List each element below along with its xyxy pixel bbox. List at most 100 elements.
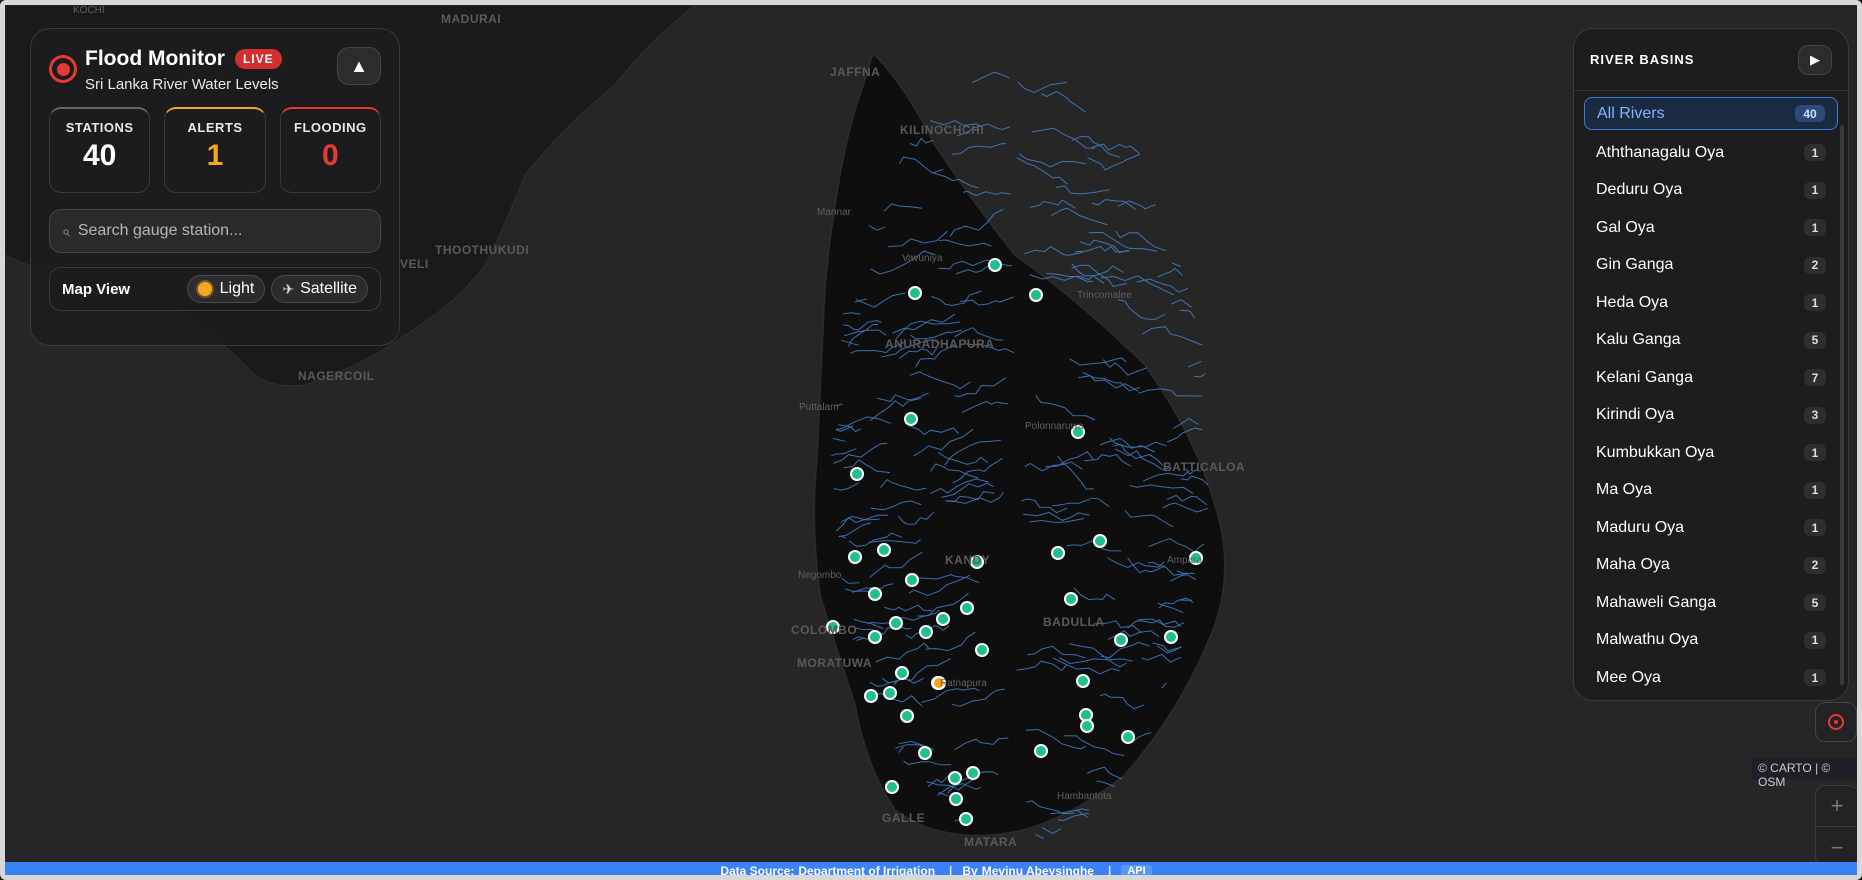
map-place-label: Ratnapura <box>940 678 987 689</box>
footer-separator: | <box>949 864 953 878</box>
river-item[interactable]: Mahaweli Ganga 5 <box>1584 584 1838 622</box>
gauge-station-marker[interactable] <box>1114 633 1128 647</box>
map-attribution[interactable]: © CARTO | © OSM <box>1752 758 1857 789</box>
river-item[interactable]: Aththanagalu Oya 1 <box>1584 134 1838 172</box>
search-box[interactable]: ⌕ <box>49 209 381 253</box>
river-name: Gin Ganga <box>1596 256 1674 274</box>
live-badge: LIVE <box>234 49 282 69</box>
gauge-station-marker[interactable] <box>905 573 919 587</box>
gauge-station-marker[interactable] <box>966 766 980 780</box>
gauge-station-marker[interactable] <box>988 258 1002 272</box>
map-place-label: BADULLA <box>1043 615 1105 629</box>
app-root: KOCHI MADURAI THOOTHUKUDI NAGERCOIL JAFFNA KI… <box>0 0 1862 880</box>
map-place-label: KOCHI <box>73 5 105 16</box>
river-item[interactable]: Mee Oya 1 <box>1584 659 1838 697</box>
gauge-station-marker[interactable] <box>919 625 933 639</box>
gauge-station-marker[interactable] <box>960 601 974 615</box>
river-item[interactable]: Gin Ganga 2 <box>1584 247 1838 285</box>
stat-value: 40 <box>82 139 117 172</box>
gauge-station-marker[interactable] <box>918 746 932 760</box>
gauge-station-marker[interactable] <box>1080 719 1094 733</box>
map-place-label: Vavuniya <box>902 253 943 264</box>
gauge-station-marker[interactable] <box>1076 674 1090 688</box>
api-link[interactable]: API <box>1121 865 1152 875</box>
river-name: Mee Oya <box>1596 668 1661 686</box>
river-item[interactable]: Heda Oya 1 <box>1584 284 1838 322</box>
river-item[interactable]: All Rivers 40 <box>1584 97 1838 130</box>
river-count-badge: 1 <box>1804 144 1826 162</box>
gauge-station-marker[interactable] <box>959 812 973 826</box>
gauge-station-marker[interactable] <box>848 550 862 564</box>
river-item[interactable]: Malwathu Oya 1 <box>1584 622 1838 660</box>
river-name: Maha Oya <box>1596 556 1670 574</box>
source-link[interactable]: Department of Irrigation <box>798 864 935 875</box>
river-item[interactable]: Deduru Oya 1 <box>1584 172 1838 210</box>
river-name: Mahaweli Ganga <box>1596 593 1717 611</box>
gauge-station-marker[interactable] <box>904 412 918 426</box>
river-count-badge: 1 <box>1804 444 1826 462</box>
gauge-station-marker[interactable] <box>877 543 891 557</box>
search-input[interactable] <box>77 222 358 240</box>
gauge-station-marker[interactable] <box>895 666 909 680</box>
river-count-badge: 5 <box>1804 594 1826 612</box>
gauge-station-marker[interactable] <box>900 709 914 723</box>
river-name: Ma Oya <box>1596 481 1653 499</box>
locate-me-button[interactable] <box>1815 702 1857 742</box>
gauge-station-marker[interactable] <box>936 612 950 626</box>
gauge-station-marker[interactable] <box>885 780 899 794</box>
gauge-station-marker[interactable] <box>975 643 989 657</box>
map-place-label: THOOTHUKUDI <box>435 243 530 257</box>
collapse-panel-button[interactable]: ▲ <box>337 47 381 85</box>
stat-value: 1 <box>206 139 224 172</box>
map-place-label: Negombo <box>798 570 842 581</box>
river-item[interactable]: Kalu Ganga 5 <box>1584 322 1838 360</box>
gauge-station-marker[interactable] <box>1164 630 1178 644</box>
gauge-station-marker[interactable] <box>948 771 962 785</box>
gauge-station-marker[interactable] <box>1064 592 1078 606</box>
gauge-station-marker[interactable] <box>1034 744 1048 758</box>
river-name: Aththanagalu Oya <box>1596 143 1725 161</box>
gauge-station-marker[interactable] <box>864 689 878 703</box>
river-item[interactable]: Gal Oya 1 <box>1584 209 1838 247</box>
river-item[interactable]: Maha Oya 2 <box>1584 547 1838 585</box>
river-list-scrollbar[interactable] <box>1840 125 1844 685</box>
river-item[interactable]: Kumbukkan Oya 1 <box>1584 434 1838 472</box>
map-place-label: MADURAI <box>441 12 502 26</box>
map-place-label: Trincomalee <box>1077 290 1132 301</box>
river-name: Kelani Ganga <box>1596 368 1693 386</box>
crosshair-icon <box>1828 714 1844 730</box>
map-place-label: MORATUWA <box>797 656 873 670</box>
river-count-badge: 40 <box>1795 105 1825 122</box>
gauge-station-marker[interactable] <box>908 286 922 300</box>
zoom-in-button[interactable]: + <box>1816 786 1857 827</box>
gauge-station-marker[interactable] <box>1051 546 1065 560</box>
gauge-station-marker[interactable] <box>949 792 963 806</box>
app-title: Flood Monitor <box>85 47 225 70</box>
river-item[interactable]: Kirindi Oya 3 <box>1584 397 1838 435</box>
play-button[interactable]: ▶ <box>1798 44 1832 75</box>
gauge-station-marker[interactable] <box>1029 288 1043 302</box>
sun-icon <box>197 282 212 296</box>
map-view-satellite-button[interactable]: ✈ Satellite <box>271 275 368 303</box>
river-item[interactable]: Maduru Oya 1 <box>1584 509 1838 547</box>
river-name: Kirindi Oya <box>1596 406 1675 424</box>
river-item[interactable]: Kelani Ganga 7 <box>1584 359 1838 397</box>
gauge-station-marker[interactable] <box>868 630 882 644</box>
map-place-label: GALLE <box>882 811 926 825</box>
map-view-light-button[interactable]: Light <box>186 275 266 303</box>
author-link[interactable]: Mevinu Abeysinghe <box>982 864 1094 875</box>
river-item[interactable]: Ma Oya 1 <box>1584 472 1838 510</box>
river-count-badge: 1 <box>1804 294 1826 312</box>
river-count-badge: 5 <box>1804 331 1826 349</box>
river-count-badge: 1 <box>1804 669 1826 687</box>
gauge-station-marker[interactable] <box>1121 730 1135 744</box>
map-place-label: JAFFNA <box>830 65 881 79</box>
river-list: All Rivers 40 Aththanagalu Oya 1 Deduru Oya 1… <box>1574 91 1848 697</box>
gauge-station-marker[interactable] <box>883 686 897 700</box>
river-name: All Rivers <box>1597 104 1665 122</box>
gauge-station-marker[interactable] <box>868 587 882 601</box>
gauge-station-marker[interactable] <box>850 467 864 481</box>
gauge-station-marker[interactable] <box>1093 534 1107 548</box>
zoom-out-button[interactable]: − <box>1816 827 1857 866</box>
gauge-station-marker[interactable] <box>889 616 903 630</box>
